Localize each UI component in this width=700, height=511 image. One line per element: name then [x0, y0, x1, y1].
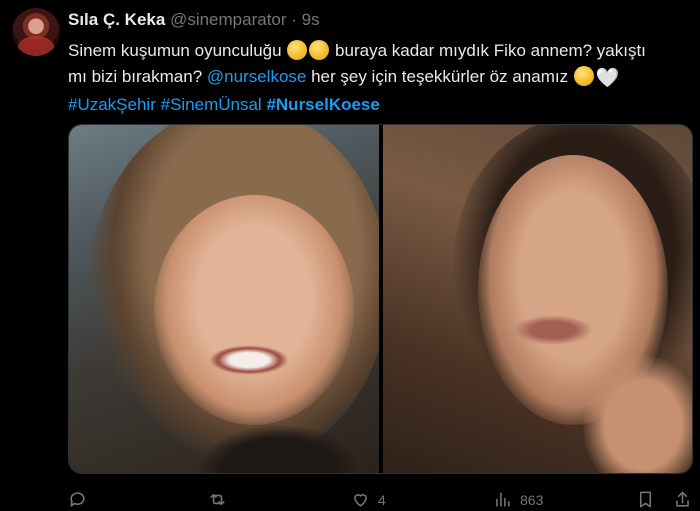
- bookmark-button[interactable]: [636, 490, 655, 509]
- tweet-text-segment: mı bizi bırakman?: [68, 67, 207, 86]
- reply-icon: [70, 492, 85, 507]
- crying-face-emoji-icon: [573, 66, 594, 86]
- bookmark-icon: [639, 491, 652, 508]
- tweet-header: Sıla Ç. Keka @sinemparator · 9s: [68, 10, 320, 30]
- views-icon: [496, 492, 510, 507]
- hashtag-link[interactable]: #NurselKoese: [266, 95, 379, 114]
- tweet-media: [68, 124, 693, 474]
- retweet-button[interactable]: [208, 490, 227, 509]
- white-heart-emoji-icon: 🤍: [595, 68, 620, 89]
- pleading-face-emoji-icon: [309, 40, 330, 60]
- timestamp[interactable]: 9s: [302, 10, 320, 29]
- tweet-text: Sinem kuşumun oyunculuğu buraya kadar mı…: [68, 38, 688, 118]
- views-button[interactable]: 863: [493, 490, 543, 509]
- separator-dot: ·: [291, 10, 297, 29]
- share-button[interactable]: [673, 490, 692, 509]
- heart-icon: [354, 494, 367, 507]
- tweet-text-segment: buraya kadar mıydık Fiko annem? yakıştı: [335, 41, 646, 60]
- media-photo-crying-woman[interactable]: [69, 125, 379, 473]
- hashtag-link[interactable]: #UzakŞehir: [68, 95, 156, 114]
- media-photo-older-woman[interactable]: [382, 125, 692, 473]
- hashtag-link[interactable]: #SinemÜnsal: [161, 95, 262, 114]
- mention-link[interactable]: @nurselkose: [207, 67, 306, 86]
- like-count: 4: [378, 491, 386, 508]
- reply-button[interactable]: [68, 490, 87, 509]
- avatar[interactable]: [12, 8, 60, 56]
- tweet-text-segment: Sinem kuşumun oyunculuğu: [68, 41, 282, 60]
- pleading-face-emoji-icon: [287, 40, 308, 60]
- view-count: 863: [520, 491, 544, 508]
- retweet-icon: [210, 493, 225, 506]
- tweet-text-segment: her şey için teşekkürler öz anamız: [306, 67, 573, 86]
- like-button[interactable]: 4: [351, 490, 386, 509]
- share-icon: [676, 491, 689, 507]
- tweet-actions: 4 863: [68, 490, 693, 511]
- author-handle[interactable]: @sinemparator: [170, 10, 286, 29]
- author-name[interactable]: Sıla Ç. Keka: [68, 10, 165, 29]
